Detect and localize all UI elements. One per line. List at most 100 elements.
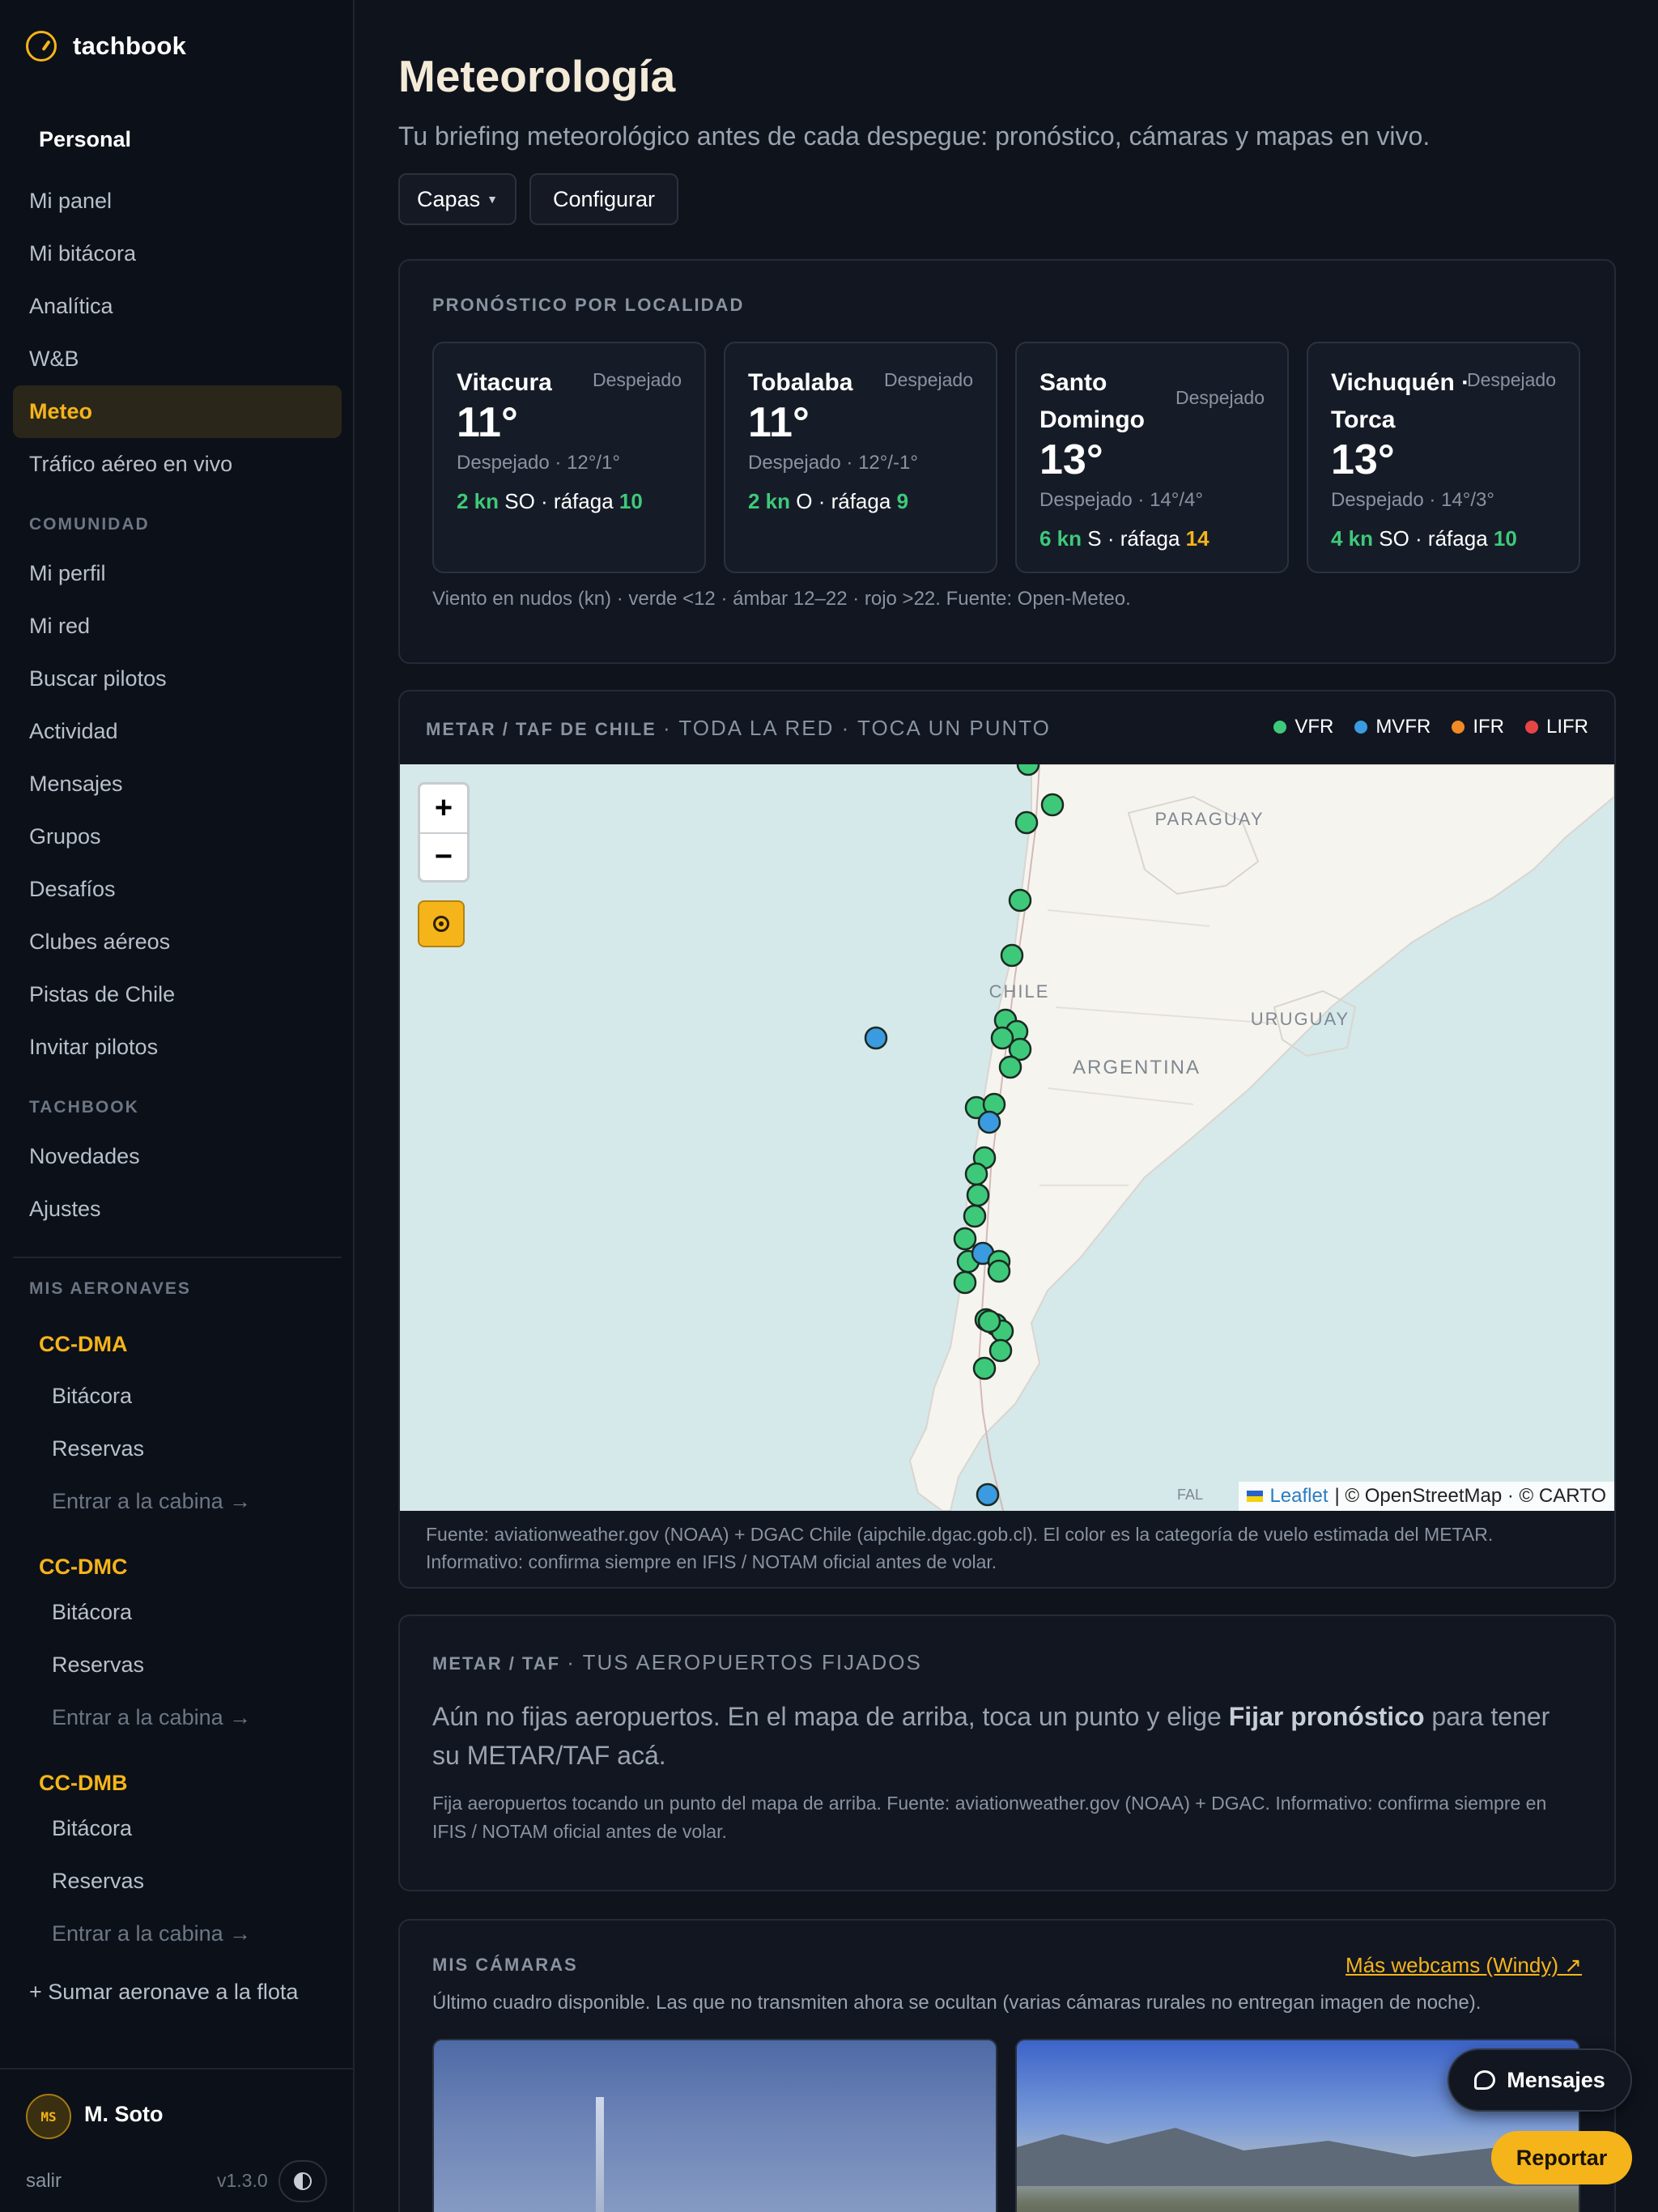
metar-station-marker[interactable]: [977, 1309, 1001, 1334]
sidebar-item-pistas[interactable]: Pistas de Chile: [13, 968, 342, 1021]
metar-station-marker[interactable]: [998, 1055, 1022, 1079]
sidebar-nav: Personal Mi panel Mi bitácora Analítica …: [13, 123, 342, 2013]
metar-station-marker[interactable]: [1014, 810, 1039, 835]
aircraft-dmb-cabina[interactable]: Entrar a la cabina →: [13, 1908, 342, 1960]
metar-station-marker[interactable]: [953, 1227, 977, 1251]
sidebar-item-analitica[interactable]: Analítica: [13, 280, 342, 333]
page-subtitle: Tu briefing meteorológico antes de cada …: [398, 121, 1431, 151]
aircraft-cc-dma[interactable]: CC-DMA: [13, 1312, 342, 1370]
report-button[interactable]: Reportar: [1491, 2131, 1632, 2184]
theme-toggle-button[interactable]: [278, 2160, 327, 2202]
legend-dot: [1524, 721, 1538, 734]
sidebar-item-novedades[interactable]: Novedades: [13, 1130, 342, 1183]
aircraft-dma-reservas[interactable]: Reservas: [13, 1423, 342, 1475]
metar-station-marker[interactable]: [988, 1338, 1013, 1363]
aircraft-cc-dmb[interactable]: CC-DMB: [13, 1744, 342, 1802]
sidebar-item-ajustes[interactable]: Ajustes: [13, 1183, 342, 1236]
metar-station-marker[interactable]: [976, 1482, 1000, 1507]
sidebar-item-mensajes[interactable]: Mensajes: [13, 758, 342, 810]
legend-label: IFR: [1473, 716, 1504, 738]
user-name[interactable]: M. Soto: [84, 2102, 163, 2127]
metar-station-marker[interactable]: [1008, 888, 1032, 912]
logout-link[interactable]: salir: [26, 2170, 62, 2193]
aircraft-cc-dmc[interactable]: CC-DMC: [13, 1528, 342, 1586]
zoom-in-button[interactable]: +: [420, 785, 467, 832]
location-range: Despejado · 14°/4°: [1039, 489, 1203, 511]
sidebar-item-meteo[interactable]: Meteo: [13, 385, 342, 438]
aircraft-dmc-cabina[interactable]: Entrar a la cabina →: [13, 1691, 342, 1744]
forecast-location[interactable]: Santo Domingo Despejado 13° Despejado · …: [1015, 342, 1289, 573]
forecast-location[interactable]: Vichuquén · Torca Despejado 13° Despejad…: [1307, 342, 1580, 573]
wind-speed: 4 kn: [1331, 526, 1374, 551]
sidebar-item-grupos[interactable]: Grupos: [13, 810, 342, 863]
location-name: Tobalaba: [748, 369, 853, 396]
sidebar-item-clubes[interactable]: Clubes aéreos: [13, 916, 342, 968]
empty-text-bold: Fijar pronóstico: [1228, 1702, 1425, 1731]
add-aircraft-link[interactable]: + Sumar aeronave a la flota: [13, 1960, 342, 2013]
sidebar-item-trafico[interactable]: Tráfico aéreo en vivo: [13, 438, 342, 491]
sidebar-item-mi-bitacora[interactable]: Mi bitácora: [13, 228, 342, 280]
sidebar-item-buscar-pilotos[interactable]: Buscar pilotos: [13, 653, 342, 705]
aircraft-dmc-reservas[interactable]: Reservas: [13, 1639, 342, 1691]
sidebar-item-wb[interactable]: W&B: [13, 333, 342, 385]
fixed-airports-label: METAR / TAF · TUS AEROPUERTOS FIJADOS: [432, 1650, 922, 1675]
wind-gust: 10: [619, 489, 643, 513]
metar-station-marker[interactable]: [1000, 943, 1024, 968]
windy-webcams-link[interactable]: Más webcams (Windy) ↗: [1346, 1953, 1582, 1978]
metar-map-note: Fuente: aviationweather.gov (NOAA) + DGA…: [426, 1524, 1494, 1572]
legend-label: LIFR: [1545, 716, 1588, 738]
messages-float-button[interactable]: Mensajes: [1448, 2048, 1632, 2112]
metar-station-marker[interactable]: [972, 1356, 997, 1380]
zoom-out-button[interactable]: −: [420, 832, 467, 880]
location-range: Despejado · 12°/-1°: [748, 452, 918, 474]
legend-item-mvfr: MVFR: [1354, 716, 1431, 738]
metar-station-marker[interactable]: [963, 1204, 987, 1228]
zoom-control: + −: [418, 782, 470, 883]
metar-station-marker[interactable]: [966, 1183, 990, 1207]
metar-station-marker[interactable]: [964, 1162, 988, 1186]
map-label-chile: CHILE: [989, 981, 1050, 1002]
leaflet-link[interactable]: Leaflet: [1269, 1485, 1328, 1508]
config-button[interactable]: Configurar: [529, 173, 678, 225]
legend-label: VFR: [1295, 716, 1334, 738]
cameras-note: Último cuadro disponible. Las que no tra…: [432, 1992, 1482, 2014]
aircraft-dma-cabina[interactable]: Entrar a la cabina →: [13, 1475, 342, 1528]
metar-station-marker[interactable]: [953, 1270, 977, 1295]
metar-station-marker[interactable]: [977, 1110, 1001, 1134]
legend-label: MVFR: [1375, 716, 1431, 738]
wind-dir: S · ráfaga: [1087, 526, 1180, 551]
legend-item-ifr: IFR: [1452, 716, 1504, 738]
sidebar-item-mi-perfil[interactable]: Mi perfil: [13, 547, 342, 600]
forecast-location[interactable]: Vitacura Despejado 11° Despejado · 12°/1…: [432, 342, 706, 573]
cameras-label: MIS CÁMARAS: [432, 1955, 578, 1975]
aircraft-dmc-bitacora[interactable]: Bitácora: [13, 1586, 342, 1639]
legend-item-lifr: LIFR: [1524, 716, 1588, 738]
metar-station-marker[interactable]: [1040, 793, 1065, 817]
metar-map-title: METAR / TAF DE CHILE: [426, 719, 657, 739]
map-attribution: Leaflet | © OpenStreetMap · © CARTO: [1239, 1482, 1614, 1511]
wind-dir: SO · ráfaga: [1379, 526, 1488, 551]
forecast-location[interactable]: Tobalaba Despejado 11° Despejado · 12°/-…: [724, 342, 997, 573]
sidebar-item-invitar[interactable]: Invitar pilotos: [13, 1021, 342, 1074]
metar-station-marker[interactable]: [864, 1026, 888, 1050]
aircraft-dmb-bitacora[interactable]: Bitácora: [13, 1802, 342, 1855]
metar-map[interactable]: PARAGUAY CHILE URUGUAY ARGENTINA FAL + −…: [400, 764, 1614, 1511]
aircraft-dmb-reservas[interactable]: Reservas: [13, 1855, 342, 1908]
caret-down-icon: ▼: [487, 193, 498, 206]
metar-station-marker[interactable]: [987, 1259, 1011, 1283]
avatar[interactable]: MS: [26, 2094, 71, 2139]
metar-map-subtitle: · TODA LA RED · TOCA UN PUNTO: [662, 716, 1051, 740]
location-range: Despejado · 12°/1°: [457, 452, 620, 474]
aircraft-dma-bitacora[interactable]: Bitácora: [13, 1370, 342, 1423]
sidebar-item-actividad[interactable]: Actividad: [13, 705, 342, 758]
layers-button[interactable]: Capas ▼: [398, 173, 517, 225]
locate-me-button[interactable]: [418, 900, 465, 947]
fixed-airports-title: METAR / TAF: [432, 1653, 561, 1674]
camera-image[interactable]: [432, 2039, 997, 2212]
sidebar-item-mi-panel[interactable]: Mi panel: [13, 175, 342, 228]
brand[interactable]: tachbook: [26, 31, 186, 62]
wind-gust: 9: [896, 489, 909, 513]
sidebar-item-mi-red[interactable]: Mi red: [13, 600, 342, 653]
location-temp: 13°: [1039, 436, 1103, 483]
sidebar-item-desafios[interactable]: Desafíos: [13, 863, 342, 916]
